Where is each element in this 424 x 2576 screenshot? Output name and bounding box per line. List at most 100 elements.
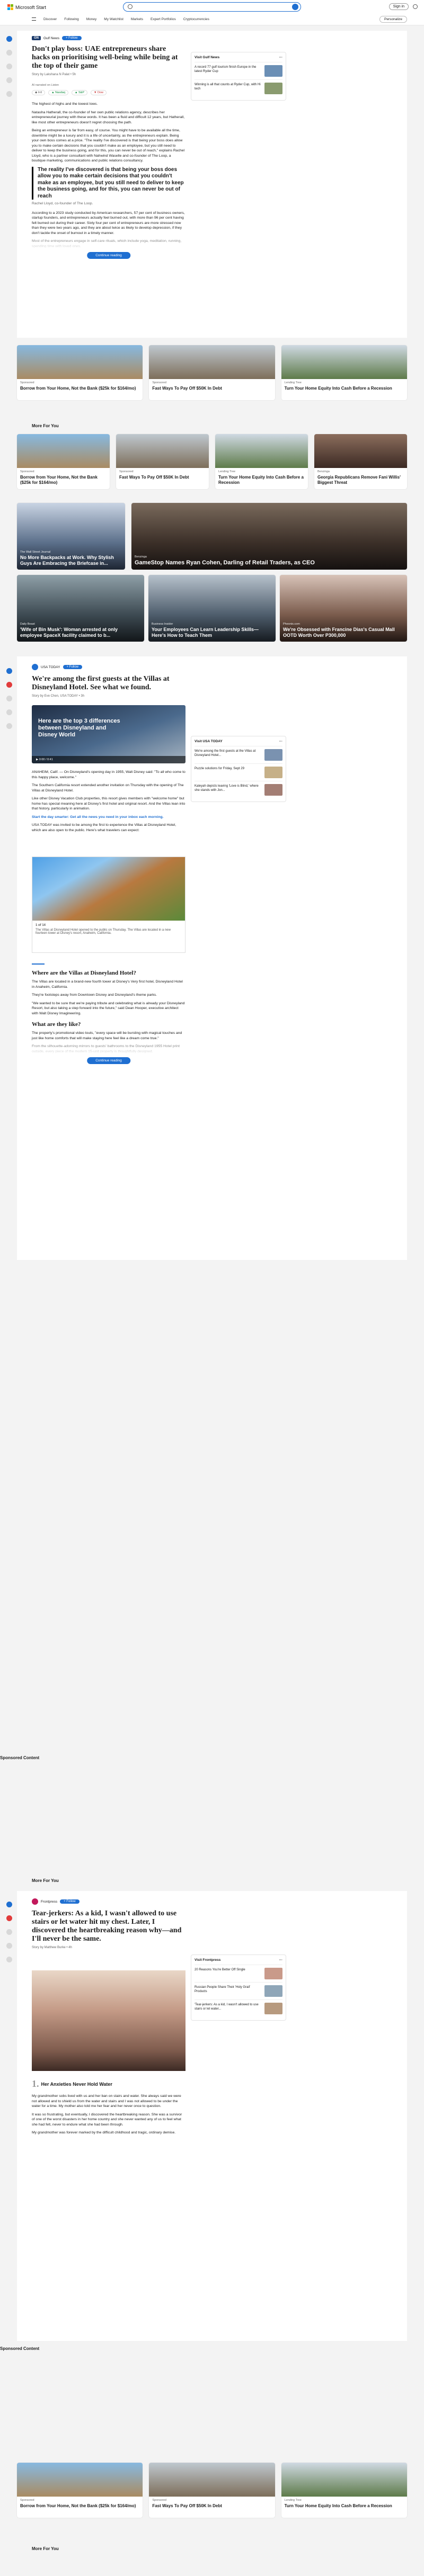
sidebar-item[interactable]: Kaleyah depicts leaving 'Love is Blind,'… [195, 781, 282, 798]
card-provider: Benzinga [135, 555, 147, 559]
more-icon[interactable] [6, 723, 12, 729]
nav-discover[interactable]: Discover [43, 17, 57, 21]
quote-attribution: Rachel Lloyd, co-founder of The Loop. [32, 202, 93, 205]
nav-money[interactable]: Money [86, 17, 97, 21]
source-name[interactable]: Frontpress [41, 1900, 57, 1904]
sign-in-button[interactable]: Sign in [388, 3, 409, 10]
newsletter-cta[interactable]: Start the day smarter: Get all the news … [32, 815, 186, 820]
like-icon[interactable] [6, 1902, 12, 1907]
settings-gear-icon[interactable] [413, 4, 418, 9]
like-icon[interactable] [6, 36, 12, 42]
feed-card[interactable]: The Wall Street Journal No More Backpacks… [17, 503, 125, 570]
market-chip[interactable]: ▲ Nasdaq [48, 90, 69, 95]
nav-crypto[interactable]: Cryptocurrencies [183, 17, 209, 21]
market-chip[interactable]: ◆ Intl [32, 90, 46, 95]
feed-card[interactable]: Business Insider Your Employees Can Learn… [148, 575, 276, 642]
menu-icon[interactable] [32, 17, 36, 21]
card-provider: Sponsored [119, 470, 134, 473]
source-name[interactable]: Gulf News [43, 37, 59, 40]
share-icon[interactable] [6, 709, 12, 715]
article-frontpress: Frontpress + Follow Tear-jerkers: As a k… [17, 1891, 407, 2341]
paragraph: "We wanted to be sure that we're paying … [32, 1001, 185, 1015]
follow-button[interactable]: + Follow [63, 665, 83, 669]
paragraph: My grandmother was forever marked by the… [32, 2131, 176, 2134]
video-player[interactable]: Here are the top 3 differences between D… [32, 705, 186, 763]
more-icon[interactable] [6, 91, 12, 97]
market-chip[interactable]: ▲ S&P [72, 90, 88, 95]
sidebar-item[interactable]: 'Tear-jerkers: As a kid, I wasn't allowe… [195, 1999, 282, 2017]
sidebar-item[interactable]: 20 Reasons You're Better Off Single [195, 1965, 282, 1982]
sidebar-item[interactable]: Winning is all that counts at Ryder Cup,… [195, 79, 282, 97]
source-name[interactable]: USA TODAY [41, 665, 60, 669]
more-for-you-heading: More For You [32, 2546, 59, 2551]
sponsored-card[interactable]: Sponsored Borrow from Your Home, Not the … [17, 345, 143, 400]
feed-card[interactable]: Pheonix.com We're Obsessed with Francine … [280, 575, 407, 642]
pull-quote: The reality I've discovered is that bein… [32, 166, 186, 200]
thumbnail [264, 65, 282, 77]
more-for-you-heading: More For You [32, 424, 59, 428]
numbered-title: Her Anxieties Never Hold Water [41, 2081, 112, 2087]
top-nav: Discover Following Money My Watchlist Ma… [32, 17, 209, 21]
sidebar-item[interactable]: A record 77 gulf tourism finish Europe i… [195, 62, 282, 79]
card-provider: The Wall Street Journal [20, 551, 51, 554]
bing-search-button[interactable] [292, 4, 298, 10]
follow-button[interactable]: + Follow [60, 1899, 80, 1904]
feed-card[interactable]: Daily Beast 'Wife of Bin Musk': Woman arr… [17, 575, 144, 642]
sidebar-item[interactable]: Russian People Share Their 'Holy Grail' … [195, 1982, 282, 1999]
nav-markets[interactable]: Markets [131, 17, 143, 21]
card-provider: Sponsored [20, 2499, 34, 2502]
video-controls[interactable]: ▶ 0:00 / 0:41 [32, 756, 186, 763]
feed-card[interactable]: Sponsored Borrow from Your Home, Not the … [17, 434, 110, 489]
listen-note[interactable]: AI narrated on Listen [32, 84, 186, 87]
feed-card[interactable]: Lending Tree Turn Your Home Equity Into C… [215, 434, 308, 489]
card-provider: Sponsored [152, 381, 166, 384]
follow-button[interactable]: + Follow [61, 36, 82, 40]
personalize-button[interactable]: Personalize [379, 16, 407, 23]
continue-reading-button[interactable]: Continue reading [87, 1057, 130, 1064]
brand-logo[interactable]: Microsoft Start [7, 4, 46, 10]
more-icon[interactable] [6, 1957, 12, 1962]
more-options-icon[interactable]: ··· [279, 740, 283, 743]
sidebar-title[interactable]: Visit USA TODAY [195, 740, 223, 743]
sidebar-title[interactable]: Visit Gulf News [195, 56, 219, 59]
save-icon[interactable] [6, 77, 12, 83]
reaction-icon[interactable] [6, 682, 12, 688]
sidebar-title[interactable]: Visit Frontpress [195, 1958, 220, 1962]
like-icon[interactable] [6, 668, 12, 674]
more-options-icon[interactable]: ··· [279, 56, 283, 59]
market-chip[interactable]: ▼ Dow [91, 90, 107, 95]
source-logo-icon [32, 1898, 38, 1905]
share-icon[interactable] [6, 1943, 12, 1949]
video-title: Here are the top 3 differences between D… [38, 718, 120, 738]
comment-icon[interactable] [6, 50, 12, 56]
comment-icon[interactable] [6, 1929, 12, 1935]
sponsored-card[interactable]: Lending Tree Turn Your Home Equity Into C… [281, 2463, 407, 2518]
article-gulf-news: GN Gulf News + Follow Don't play boss: U… [17, 31, 407, 338]
sponsored-card[interactable]: Sponsored Borrow from Your Home, Not the … [17, 2463, 143, 2518]
sidebar-item[interactable]: Puzzle solutions for Friday, Sept 29 [195, 763, 282, 781]
card-image [17, 2463, 143, 2497]
sponsored-cards-row: Sponsored Borrow from Your Home, Not the … [17, 345, 407, 400]
more-options-icon[interactable]: ··· [279, 1958, 283, 1962]
feed-card[interactable]: Benzinga Georgia Republicans Remove Fani … [314, 434, 407, 489]
nav-following[interactable]: Following [64, 17, 78, 21]
nav-watchlist[interactable]: My Watchlist [104, 17, 123, 21]
thumbnail [264, 784, 282, 796]
share-icon[interactable] [6, 64, 12, 69]
photo-gallery[interactable]: 1 of 14 The Villas at Disneyland Hotel op… [32, 857, 186, 953]
feed-card[interactable]: Benzinga GameStop Names Ryan Cohen, Darli… [131, 503, 407, 570]
sponsored-card[interactable]: Sponsored Fast Ways To Pay Off $50K In De… [149, 345, 275, 400]
article-title: Don't play boss: UAE entrepreneurs share… [32, 45, 178, 70]
sidebar-item[interactable]: We're among the first guests at the Vill… [195, 746, 282, 763]
article-action-rail [6, 1902, 14, 1970]
sponsored-card[interactable]: Lending Tree Turn Your Home Equity Into C… [281, 345, 407, 400]
search-input[interactable] [123, 2, 301, 12]
comment-icon[interactable] [6, 696, 12, 701]
nav-expert-portfolios[interactable]: Expert Portfolios [151, 17, 176, 21]
sponsored-card[interactable]: Sponsored Fast Ways To Pay Off $50K In De… [149, 2463, 275, 2518]
continue-reading-button[interactable]: Continue reading [87, 252, 130, 259]
source-sidebar: Visit USA TODAY ··· We're among the first… [191, 736, 286, 802]
feed-card[interactable]: Sponsored Fast Ways To Pay Off $50K In De… [116, 434, 209, 489]
reaction-icon[interactable] [6, 1915, 12, 1921]
card-title: Fast Ways To Pay Off $50K In Debt [152, 386, 222, 391]
